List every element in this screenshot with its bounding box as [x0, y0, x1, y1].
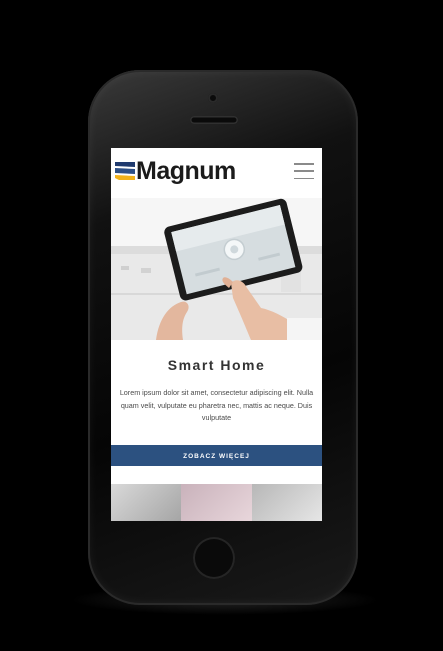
content-section: Smart Home Lorem ipsum dolor sit amet, c…: [111, 340, 322, 466]
menu-line: [294, 163, 314, 165]
stage: Magnum Smart Home Lorem ipsum dolor sit …: [0, 0, 443, 651]
gallery-image[interactable]: [181, 484, 252, 521]
see-more-button[interactable]: ZOBACZ WIĘCEJ: [111, 444, 322, 466]
section-description: Lorem ipsum dolor sit amet, consectetur …: [119, 388, 314, 422]
tablet-hand-illustration: [111, 198, 322, 340]
gallery-image[interactable]: [251, 484, 322, 521]
menu-line: [294, 177, 314, 179]
phone-screen: Magnum Smart Home Lorem ipsum dolor sit …: [111, 148, 322, 521]
section-title: Smart Home: [167, 357, 266, 373]
home-button[interactable]: [193, 537, 235, 579]
speaker-grille: [190, 116, 238, 124]
hero-image: [111, 198, 322, 340]
logo-mark-icon: [115, 162, 135, 180]
image-gallery: [111, 484, 322, 521]
camera-icon: [208, 93, 218, 103]
gallery-image[interactable]: [111, 484, 182, 521]
site-header: Magnum: [111, 148, 322, 198]
hamburger-icon[interactable]: [294, 163, 314, 179]
logo-text: Magnum: [136, 157, 236, 185]
logo[interactable]: Magnum: [115, 158, 236, 184]
menu-line: [294, 170, 314, 172]
